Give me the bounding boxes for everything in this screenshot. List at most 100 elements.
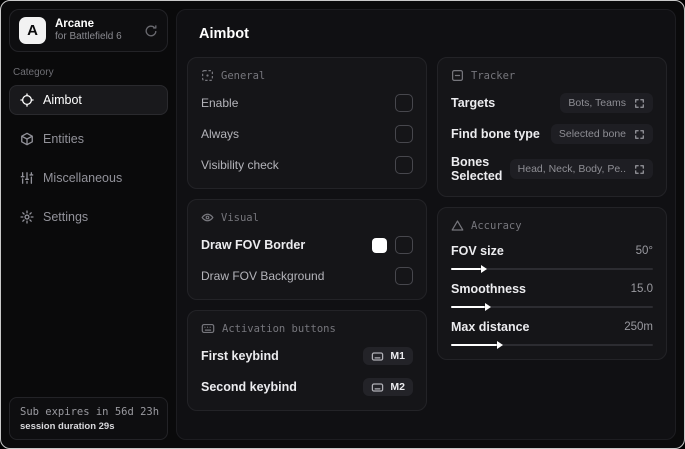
max-distance-value: 250m <box>624 321 653 333</box>
setting-row-always: Always <box>201 124 413 144</box>
setting-label: Smoothness <box>451 282 527 296</box>
setting-label: Bones Selected <box>451 155 503 183</box>
always-checkbox[interactable] <box>395 125 413 143</box>
left-column: General Enable Always Visibility check V… <box>187 57 427 411</box>
app-name: Arcane <box>55 18 94 31</box>
sidebar-item-label: Aimbot <box>43 93 82 107</box>
setting-row-second-keybind: Second keybind M2 <box>201 377 413 397</box>
setting-row-visibility-check: Visibility check <box>201 155 413 175</box>
fov-border-color-swatch[interactable] <box>372 237 387 253</box>
draw-fov-background-checkbox[interactable] <box>395 267 413 285</box>
sidebar-item-entities[interactable]: Entities <box>9 124 168 154</box>
triangle-icon <box>451 219 464 232</box>
square-minus-icon <box>451 69 464 82</box>
dropdown-value: Bots, Teams <box>568 97 626 109</box>
bones-selected-dropdown[interactable]: Head, Neck, Body, Pe.. <box>509 159 653 179</box>
sidebar-item-miscellaneous[interactable]: Miscellaneous <box>9 163 168 193</box>
sidebar: A Arcane for Battlefield 6 Category Aimb… <box>1 1 176 448</box>
activation-card-title: Activation buttons <box>222 322 336 335</box>
keyboard-icon <box>371 382 384 393</box>
app-logo: A <box>19 17 46 44</box>
sidebar-item-label: Miscellaneous <box>43 171 123 185</box>
first-keybind-button[interactable]: M1 <box>363 347 413 365</box>
sidebar-item-label: Settings <box>43 210 89 224</box>
accuracy-card-title: Accuracy <box>471 219 522 232</box>
setting-row-first-keybind: First keybind M1 <box>201 346 413 366</box>
crosshair-icon <box>20 93 34 107</box>
setting-label: Targets <box>451 96 496 110</box>
tracker-card-title: Tracker <box>471 69 516 82</box>
setting-label: Enable <box>201 96 239 110</box>
app-title-block: Arcane for Battlefield 6 <box>55 17 122 44</box>
dropdown-value: Selected bone <box>558 128 626 140</box>
setting-row-targets: Targets Bots, Teams <box>451 93 653 113</box>
activation-buttons-card: Activation buttons First keybind M1 Seco… <box>187 310 427 411</box>
max-distance-setting: Max distance 250m <box>451 320 653 349</box>
keybind-value: M2 <box>390 381 405 393</box>
general-card: General Enable Always Visibility check <box>187 57 427 189</box>
sidebar-header: A Arcane for Battlefield 6 <box>9 9 168 52</box>
visual-card-header: Visual <box>201 211 413 224</box>
setting-row-bones-selected: Bones Selected Head, Neck, Body, Pe.. <box>451 155 653 183</box>
targets-dropdown[interactable]: Bots, Teams <box>560 93 653 113</box>
setting-label: Visibility check <box>201 158 279 172</box>
slider-thumb[interactable] <box>481 265 488 273</box>
setting-row-find-bone-type: Find bone type Selected bone <box>451 124 653 144</box>
find-bone-type-dropdown[interactable]: Selected bone <box>550 124 653 144</box>
sub-expires-text: Sub expires in 56d 23h <box>20 406 160 418</box>
slider-thumb[interactable] <box>497 341 504 349</box>
setting-row-enable: Enable <box>201 93 413 113</box>
keyboard-icon <box>201 322 215 335</box>
main-panel: Aimbot General Enable Always Visibility … <box>176 9 676 440</box>
sidebar-item-aimbot[interactable]: Aimbot <box>9 85 168 115</box>
page-title: Aimbot <box>199 26 249 42</box>
setting-label: Find bone type <box>451 127 540 141</box>
visual-card: Visual Draw FOV Border Draw FOV Backgrou… <box>187 199 427 300</box>
second-keybind-button[interactable]: M2 <box>363 378 413 396</box>
slider-fill <box>451 265 488 273</box>
accuracy-card: Accuracy FOV size 50° Smoothness 15.0 Ma… <box>437 207 667 360</box>
smoothness-value: 15.0 <box>630 283 653 295</box>
fov-border-controls <box>372 236 413 254</box>
fov-size-slider[interactable] <box>451 265 653 273</box>
max-distance-slider[interactable] <box>451 341 653 349</box>
gear-icon <box>20 210 34 224</box>
expand-icon <box>634 129 645 140</box>
setting-row-draw-fov-background: Draw FOV Background <box>201 266 413 286</box>
slider-thumb[interactable] <box>485 303 492 311</box>
expand-icon <box>634 98 645 109</box>
sidebar-item-settings[interactable]: Settings <box>9 202 168 232</box>
smoothness-slider[interactable] <box>451 303 653 311</box>
setting-label: Second keybind <box>201 380 297 394</box>
sync-icon[interactable] <box>144 24 158 38</box>
setting-row-draw-fov-border: Draw FOV Border <box>201 235 413 255</box>
setting-label: Draw FOV Border <box>201 238 306 252</box>
app-subtitle: for Battlefield 6 <box>55 31 122 43</box>
eye-icon <box>201 211 214 224</box>
category-label: Category <box>13 67 54 78</box>
setting-label: Always <box>201 127 240 141</box>
slider-fill <box>451 341 504 349</box>
draw-fov-border-checkbox[interactable] <box>395 236 413 254</box>
slider-fill <box>451 303 492 311</box>
focus-square-icon <box>201 69 214 82</box>
dropdown-value: Head, Neck, Body, Pe.. <box>517 163 626 175</box>
smoothness-setting: Smoothness 15.0 <box>451 282 653 311</box>
setting-label: Max distance <box>451 320 530 334</box>
expand-icon <box>634 164 645 175</box>
general-card-header: General <box>201 69 413 82</box>
box-icon <box>20 132 34 146</box>
keyboard-icon <box>371 351 384 362</box>
visual-card-title: Visual <box>221 211 259 224</box>
sliders-icon <box>20 171 34 185</box>
sidebar-nav: Aimbot Entities Miscellaneous Settings <box>9 85 168 232</box>
visibility-check-checkbox[interactable] <box>395 156 413 174</box>
general-card-title: General <box>221 69 266 82</box>
setting-label: FOV size <box>451 244 504 258</box>
tracker-card: Tracker Targets Bots, Teams Find bone ty… <box>437 57 667 197</box>
enable-checkbox[interactable] <box>395 94 413 112</box>
right-column: Tracker Targets Bots, Teams Find bone ty… <box>437 57 667 411</box>
setting-label: Draw FOV Background <box>201 269 325 283</box>
activation-card-header: Activation buttons <box>201 322 413 335</box>
sidebar-item-label: Entities <box>43 132 84 146</box>
